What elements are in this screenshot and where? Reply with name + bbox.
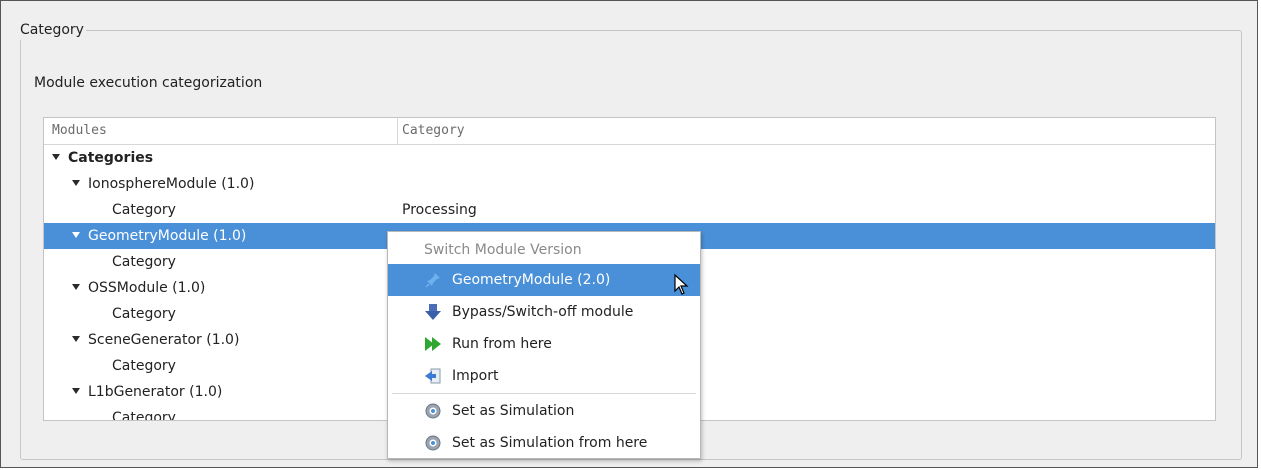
category-value[interactable]: Processing xyxy=(402,197,477,223)
expand-arrow-icon[interactable] xyxy=(52,154,60,160)
column-header-category[interactable]: Category xyxy=(402,118,465,144)
expand-arrow-icon[interactable] xyxy=(72,232,80,238)
groupbox-title: Category xyxy=(20,20,86,40)
menu-item-set-as-simulation[interactable]: Set as Simulation xyxy=(388,395,700,427)
tree-row-label: Category xyxy=(112,202,176,218)
context-menu: Switch Module Version GeometryModule (2.… xyxy=(387,231,701,459)
tree-row-label: Category xyxy=(112,410,176,421)
menu-item-bypass[interactable]: Bypass/Switch-off module xyxy=(388,296,700,328)
tree-row-label: GeometryModule (1.0) xyxy=(88,228,247,244)
column-separator[interactable] xyxy=(397,118,398,144)
mouse-cursor-icon xyxy=(674,274,689,295)
menu-item-label: GeometryModule (2.0) xyxy=(452,272,611,288)
menu-item-run-from-here[interactable]: Run from here xyxy=(388,328,700,360)
column-header-modules[interactable]: Modules xyxy=(52,118,107,144)
tree-row-label: Category xyxy=(112,358,176,374)
tree-row-label: Categories xyxy=(68,150,154,166)
expand-arrow-icon[interactable] xyxy=(72,180,80,186)
tree-row-label: IonosphereModule (1.0) xyxy=(88,176,255,192)
tree-row-label: Category xyxy=(112,254,176,270)
description-label: Module execution categorization xyxy=(34,75,263,91)
menu-item-label: Import xyxy=(452,368,499,384)
tree-row-category[interactable]: Category Processing xyxy=(44,197,1215,223)
fast-forward-icon xyxy=(425,337,441,351)
pin-icon xyxy=(425,273,440,288)
expand-arrow-icon[interactable] xyxy=(72,388,80,394)
tree-row-label: L1bGenerator (1.0) xyxy=(88,384,223,400)
menu-item-switch-geometry-2[interactable]: GeometryModule (2.0) xyxy=(388,264,700,296)
expand-arrow-icon[interactable] xyxy=(72,284,80,290)
menu-item-set-as-simulation-from-here[interactable]: Set as Simulation from here xyxy=(388,427,700,459)
tree-header: Modules Category xyxy=(44,118,1215,145)
menu-item-import[interactable]: Import xyxy=(388,360,700,392)
menu-item-label: Bypass/Switch-off module xyxy=(452,304,634,320)
tree-row-label: Category xyxy=(112,306,176,322)
down-arrow-icon xyxy=(425,304,441,320)
menu-item-label: Run from here xyxy=(452,336,552,352)
tree-row-label: SceneGenerator (1.0) xyxy=(88,332,240,348)
menu-item-label: Set as Simulation from here xyxy=(452,435,648,451)
gear-icon xyxy=(425,435,441,451)
menu-item-label: Set as Simulation xyxy=(452,403,575,419)
gear-icon xyxy=(425,403,441,419)
tree-row-label: OSSModule (1.0) xyxy=(88,280,206,296)
tree-row-ionosphere[interactable]: IonosphereModule (1.0) xyxy=(44,171,1215,197)
menu-separator xyxy=(392,393,696,394)
menu-section-title: Switch Module Version xyxy=(424,242,582,258)
tree-row-categories[interactable]: Categories xyxy=(44,145,1215,171)
expand-arrow-icon[interactable] xyxy=(72,336,80,342)
import-icon xyxy=(425,368,441,384)
